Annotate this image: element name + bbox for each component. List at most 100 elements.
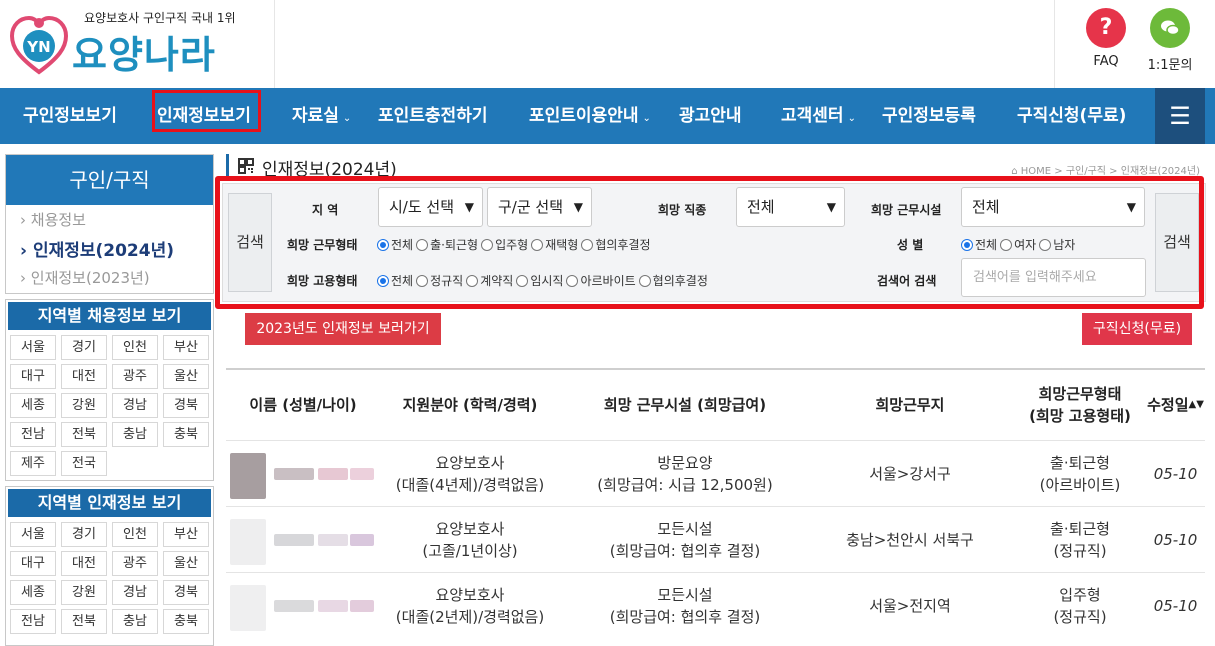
work-type-option[interactable]: 입주형 xyxy=(478,236,528,253)
talent-region-cell[interactable]: 충남 xyxy=(112,609,158,634)
location-cell: 서울>전지역 xyxy=(810,573,1010,639)
col-date[interactable]: 수정일 ▲▼ xyxy=(1146,370,1205,440)
radio-button[interactable] xyxy=(581,238,594,251)
sidebar-item-talent-2024[interactable]: › 인재정보(2024년) xyxy=(20,236,174,261)
table-row[interactable]: 요양보호사 (대졸(2년제)/경력없음) 모든시설 (희망급여: 협의후 결정) 서울>… xyxy=(226,572,1205,638)
nav-resources[interactable]: 자료실 ⌄ xyxy=(292,88,351,144)
radio-button[interactable] xyxy=(1039,238,1052,251)
job-select[interactable]: 전체 ▼ xyxy=(736,187,845,227)
work-type-option[interactable]: 협의후결정 xyxy=(578,236,651,253)
jobs-region-cell[interactable]: 강원 xyxy=(61,393,107,418)
logo-text[interactable]: 요양나라 xyxy=(72,24,216,79)
jobs-region-cell[interactable]: 경남 xyxy=(112,393,158,418)
jobs-region-cell[interactable]: 충남 xyxy=(112,422,158,447)
sidebar-item-jobs[interactable]: › 채용정보 xyxy=(20,209,86,230)
employment-option[interactable]: 임시직 xyxy=(513,272,563,289)
jobs-region-cell[interactable]: 경기 xyxy=(61,335,107,360)
facility-cell-facility: 모든시설 xyxy=(657,520,713,538)
employment-option[interactable]: 정규직 xyxy=(413,272,463,289)
jobs-region-cell[interactable]: 충북 xyxy=(163,422,209,447)
faq-button[interactable]: ? FAQ xyxy=(1076,8,1136,69)
jobs-region-cell[interactable]: 대구 xyxy=(10,364,56,389)
jobs-region-cell[interactable]: 서울 xyxy=(10,335,56,360)
nav-job-apply[interactable]: 구직신청(무료) xyxy=(1017,88,1126,144)
radio-button[interactable] xyxy=(466,274,479,287)
radio-button[interactable] xyxy=(638,274,651,287)
employment-option[interactable]: 전체 xyxy=(374,272,413,289)
jobs-region-cell[interactable]: 인천 xyxy=(112,335,158,360)
talent-region-cell[interactable]: 부산 xyxy=(163,522,209,547)
sidebar-item-talent-2023[interactable]: › 인재정보(2023년) xyxy=(20,267,150,288)
home-icon[interactable]: ⌂ xyxy=(1011,166,1017,177)
gender-option[interactable]: 전체 xyxy=(958,236,997,253)
work-type-option[interactable]: 재택형 xyxy=(528,236,578,253)
radio-button[interactable] xyxy=(566,274,579,287)
question-icon: ? xyxy=(1086,8,1126,48)
talent-region-cell[interactable]: 전북 xyxy=(61,609,107,634)
work-type-option[interactable]: 전체 xyxy=(374,236,413,253)
talent-region-cell[interactable]: 강원 xyxy=(61,580,107,605)
job-apply-button[interactable]: 구직신청(무료) xyxy=(1082,313,1192,345)
employment-option[interactable]: 계약직 xyxy=(463,272,513,289)
gugun-select[interactable]: 구/군 선택 ▼ xyxy=(487,187,592,227)
jobs-region-cell[interactable]: 광주 xyxy=(112,364,158,389)
talent-region-cell[interactable]: 경북 xyxy=(163,580,209,605)
radio-button[interactable] xyxy=(416,274,429,287)
radio-button[interactable] xyxy=(531,238,544,251)
employment-option[interactable]: 협의후결정 xyxy=(636,272,708,289)
table-row[interactable]: 요양보호사 (고졸/1년이상) 모든시설 (희망급여: 협의후 결정) 충남>천안시 서… xyxy=(226,506,1205,572)
search-button-left[interactable]: 검색 xyxy=(228,193,272,292)
logo-heart-icon[interactable]: YN xyxy=(10,14,68,76)
inquiry-button[interactable]: 1:1문의 xyxy=(1140,8,1200,73)
jobs-region-cell[interactable]: 전남 xyxy=(10,422,56,447)
talent-region-cell[interactable]: 대전 xyxy=(61,551,107,576)
jobs-region-cell[interactable]: 전북 xyxy=(61,422,107,447)
nav-customer-center[interactable]: 고객센터 ⌄ xyxy=(781,88,856,144)
gender-option[interactable]: 여자 xyxy=(997,236,1036,253)
keyword-input[interactable]: 검색어를 입력해주세요 xyxy=(961,258,1146,297)
talent-region-cell[interactable]: 대구 xyxy=(10,551,56,576)
talent-region-cell[interactable]: 울산 xyxy=(163,551,209,576)
jobs-region-cell[interactable]: 제주 xyxy=(10,451,56,476)
radio-button[interactable] xyxy=(516,274,529,287)
table-row[interactable]: 요양보호사 (대졸(4년제)/경력없음) 방문요양 (희망급여: 시급 12,500원… xyxy=(226,440,1205,506)
nav-point-charge[interactable]: 포인트충전하기 xyxy=(378,88,487,144)
jobs-region-cell[interactable]: 전국 xyxy=(61,451,107,476)
search-button-right[interactable]: 검색 xyxy=(1155,193,1199,292)
field-cell-field: 요양보호사 xyxy=(435,586,505,604)
talent-region-cell[interactable]: 광주 xyxy=(112,551,158,576)
jobs-region-cell[interactable]: 부산 xyxy=(163,335,209,360)
radio-button[interactable] xyxy=(416,238,429,251)
jobs-region-cell[interactable]: 경북 xyxy=(163,393,209,418)
jobs-region-cell[interactable]: 대전 xyxy=(61,364,107,389)
radio-button[interactable] xyxy=(961,238,973,251)
talent-region-cell[interactable]: 충북 xyxy=(163,609,209,634)
radio-button[interactable] xyxy=(1000,238,1013,251)
jobs-region-cell[interactable]: 울산 xyxy=(163,364,209,389)
hamburger-icon[interactable]: ☰ xyxy=(1155,88,1205,144)
nav-job-listings[interactable]: 구인정보보기 xyxy=(23,88,117,144)
jobs-region-cell[interactable]: 세종 xyxy=(10,393,56,418)
nav-job-post[interactable]: 구인정보등록 xyxy=(882,88,976,144)
sido-select[interactable]: 시/도 선택 ▼ xyxy=(378,187,483,227)
talent-region-cell[interactable]: 전남 xyxy=(10,609,56,634)
field-cell-field: 요양보호사 xyxy=(435,520,505,538)
talent-region-cell[interactable]: 경기 xyxy=(61,522,107,547)
nav-point-guide[interactable]: 포인트이용안내 ⌄ xyxy=(529,88,651,144)
sort-icon[interactable]: ▲▼ xyxy=(1189,394,1204,416)
nav-ad-guide[interactable]: 광고안내 xyxy=(679,88,742,144)
talent-region-cell[interactable]: 인천 xyxy=(112,522,158,547)
facility-select[interactable]: 전체 ▼ xyxy=(961,187,1145,227)
radio-button[interactable] xyxy=(377,238,389,251)
facility-cell-pay: (희망급여: 협의후 결정) xyxy=(609,542,761,560)
gender-option[interactable]: 남자 xyxy=(1036,236,1075,253)
radio-button[interactable] xyxy=(377,274,389,287)
location-cell: 서울>강서구 xyxy=(810,441,1010,507)
radio-button[interactable] xyxy=(481,238,494,251)
employment-option[interactable]: 아르바이트 xyxy=(563,272,636,289)
view-2023-button[interactable]: 2023년도 인재정보 보러가기 xyxy=(245,313,441,345)
talent-region-cell[interactable]: 서울 xyxy=(10,522,56,547)
talent-region-cell[interactable]: 경남 xyxy=(112,580,158,605)
talent-region-cell[interactable]: 세종 xyxy=(10,580,56,605)
work-type-option[interactable]: 출·퇴근형 xyxy=(413,236,478,253)
